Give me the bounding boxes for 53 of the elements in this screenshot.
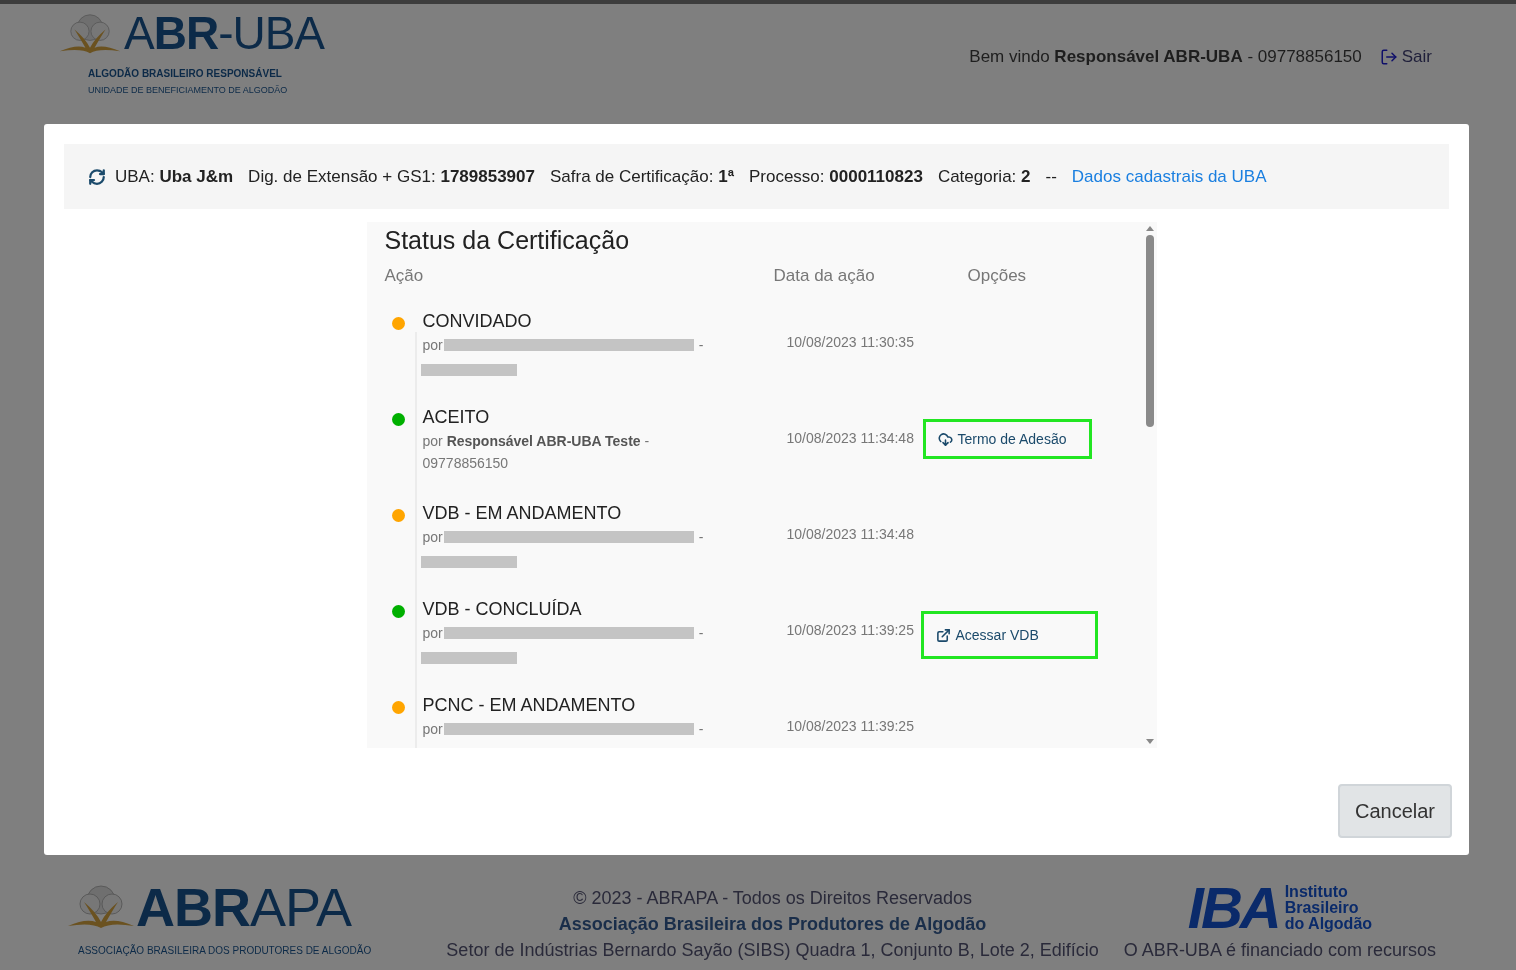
cloud-download-icon xyxy=(937,431,953,447)
logo-title: ABR-UBA xyxy=(124,8,325,58)
action-name: VDB - EM ANDAMENTO xyxy=(422,502,623,525)
scroll-up-icon[interactable] xyxy=(1145,226,1154,231)
footer-funding-text: O ABR-UBA é financiado com recursos xyxy=(1123,939,1436,962)
logo-subtitle: ALGODÃO BRASILEIRO RESPONSÁVEL xyxy=(88,66,283,81)
by-label: por xyxy=(422,528,443,547)
action-date: 10/08/2023 11:30:35 xyxy=(785,333,915,352)
action-date: 10/08/2023 11:34:48 xyxy=(785,525,915,544)
column-header: Ação xyxy=(384,265,425,287)
info-item: Dig. de Extensão + GS1: 1789853907 xyxy=(248,165,535,188)
action-date: 10/08/2023 11:39:25 xyxy=(785,717,915,736)
column-header: Data da ação xyxy=(773,265,876,287)
dash: - xyxy=(698,336,704,355)
separator-text: -- xyxy=(1045,165,1057,188)
action-name: PCNC - EM ANDAMENTO xyxy=(422,694,637,717)
footer-line: Associação Brasileira dos Produtores de Algodão xyxy=(558,913,987,936)
dash: - xyxy=(698,624,704,643)
logout-icon xyxy=(1379,47,1398,66)
info-item: UBA: Uba J&m xyxy=(115,165,234,188)
footer-line: Setor de Indústrias Bernardo Sayão (SIBS) Quadra 1, Conjunto B, Lote 2, Edifício xyxy=(446,939,1099,962)
option-link[interactable]: Acessar VDB xyxy=(920,611,1098,659)
action-author: por Responsável ABR-UBA Teste - 09778856150 xyxy=(422,432,651,473)
panel-title: Status da Certificação xyxy=(384,225,631,256)
column-header: Opções xyxy=(967,265,1028,287)
cancel-button[interactable]: Cancelar xyxy=(1338,784,1452,838)
dash: - xyxy=(698,720,704,739)
uba-details-link[interactable]: Dados cadastrais da UBA xyxy=(1071,163,1267,190)
info-item: Safra de Certificação: 1ª xyxy=(550,165,734,188)
action-name: ACEITO xyxy=(422,406,491,429)
refresh-icon[interactable] xyxy=(88,167,106,186)
by-label: por xyxy=(422,336,443,355)
footer-line: © 2023 - ABRAPA - Todos os Direitos Reservados xyxy=(573,887,972,910)
logo-subtitle: UNIDADE DE BENEFICIAMENTO DE ALGODÃO xyxy=(88,84,289,97)
logout-link[interactable]: Sair xyxy=(1379,44,1432,70)
abrapa-logo-title: ABRAPA xyxy=(136,881,352,933)
action-name: CONVIDADO xyxy=(422,310,533,333)
iba-logo-mark: IBA xyxy=(1187,883,1279,933)
info-item: Categoria: 2 xyxy=(937,165,1031,188)
option-link[interactable]: Termo de Adesão xyxy=(922,419,1092,459)
info-item: Processo: 0000110823 xyxy=(748,165,923,188)
iba-logo-name: Instituto Brasileiro do Algodão xyxy=(1284,884,1373,932)
action-date: 10/08/2023 11:34:48 xyxy=(785,429,915,448)
by-label: por xyxy=(422,624,443,643)
by-label: por xyxy=(422,720,443,739)
welcome-text: Bem vindo Responsável ABR-UBA - 09778856150 xyxy=(969,46,1362,68)
dash: - xyxy=(698,528,704,547)
scroll-down-icon[interactable] xyxy=(1145,739,1154,744)
abrapa-tagline: ASSOCIAÇÃO BRASILEIRA DOS PRODUTORES DE ALGODÃO xyxy=(78,943,372,958)
scrollbar-thumb[interactable] xyxy=(1145,235,1154,427)
action-date: 10/08/2023 11:39:25 xyxy=(785,621,915,640)
external-link-icon xyxy=(935,627,951,643)
action-name: VDB - CONCLUÍDA xyxy=(422,598,583,621)
